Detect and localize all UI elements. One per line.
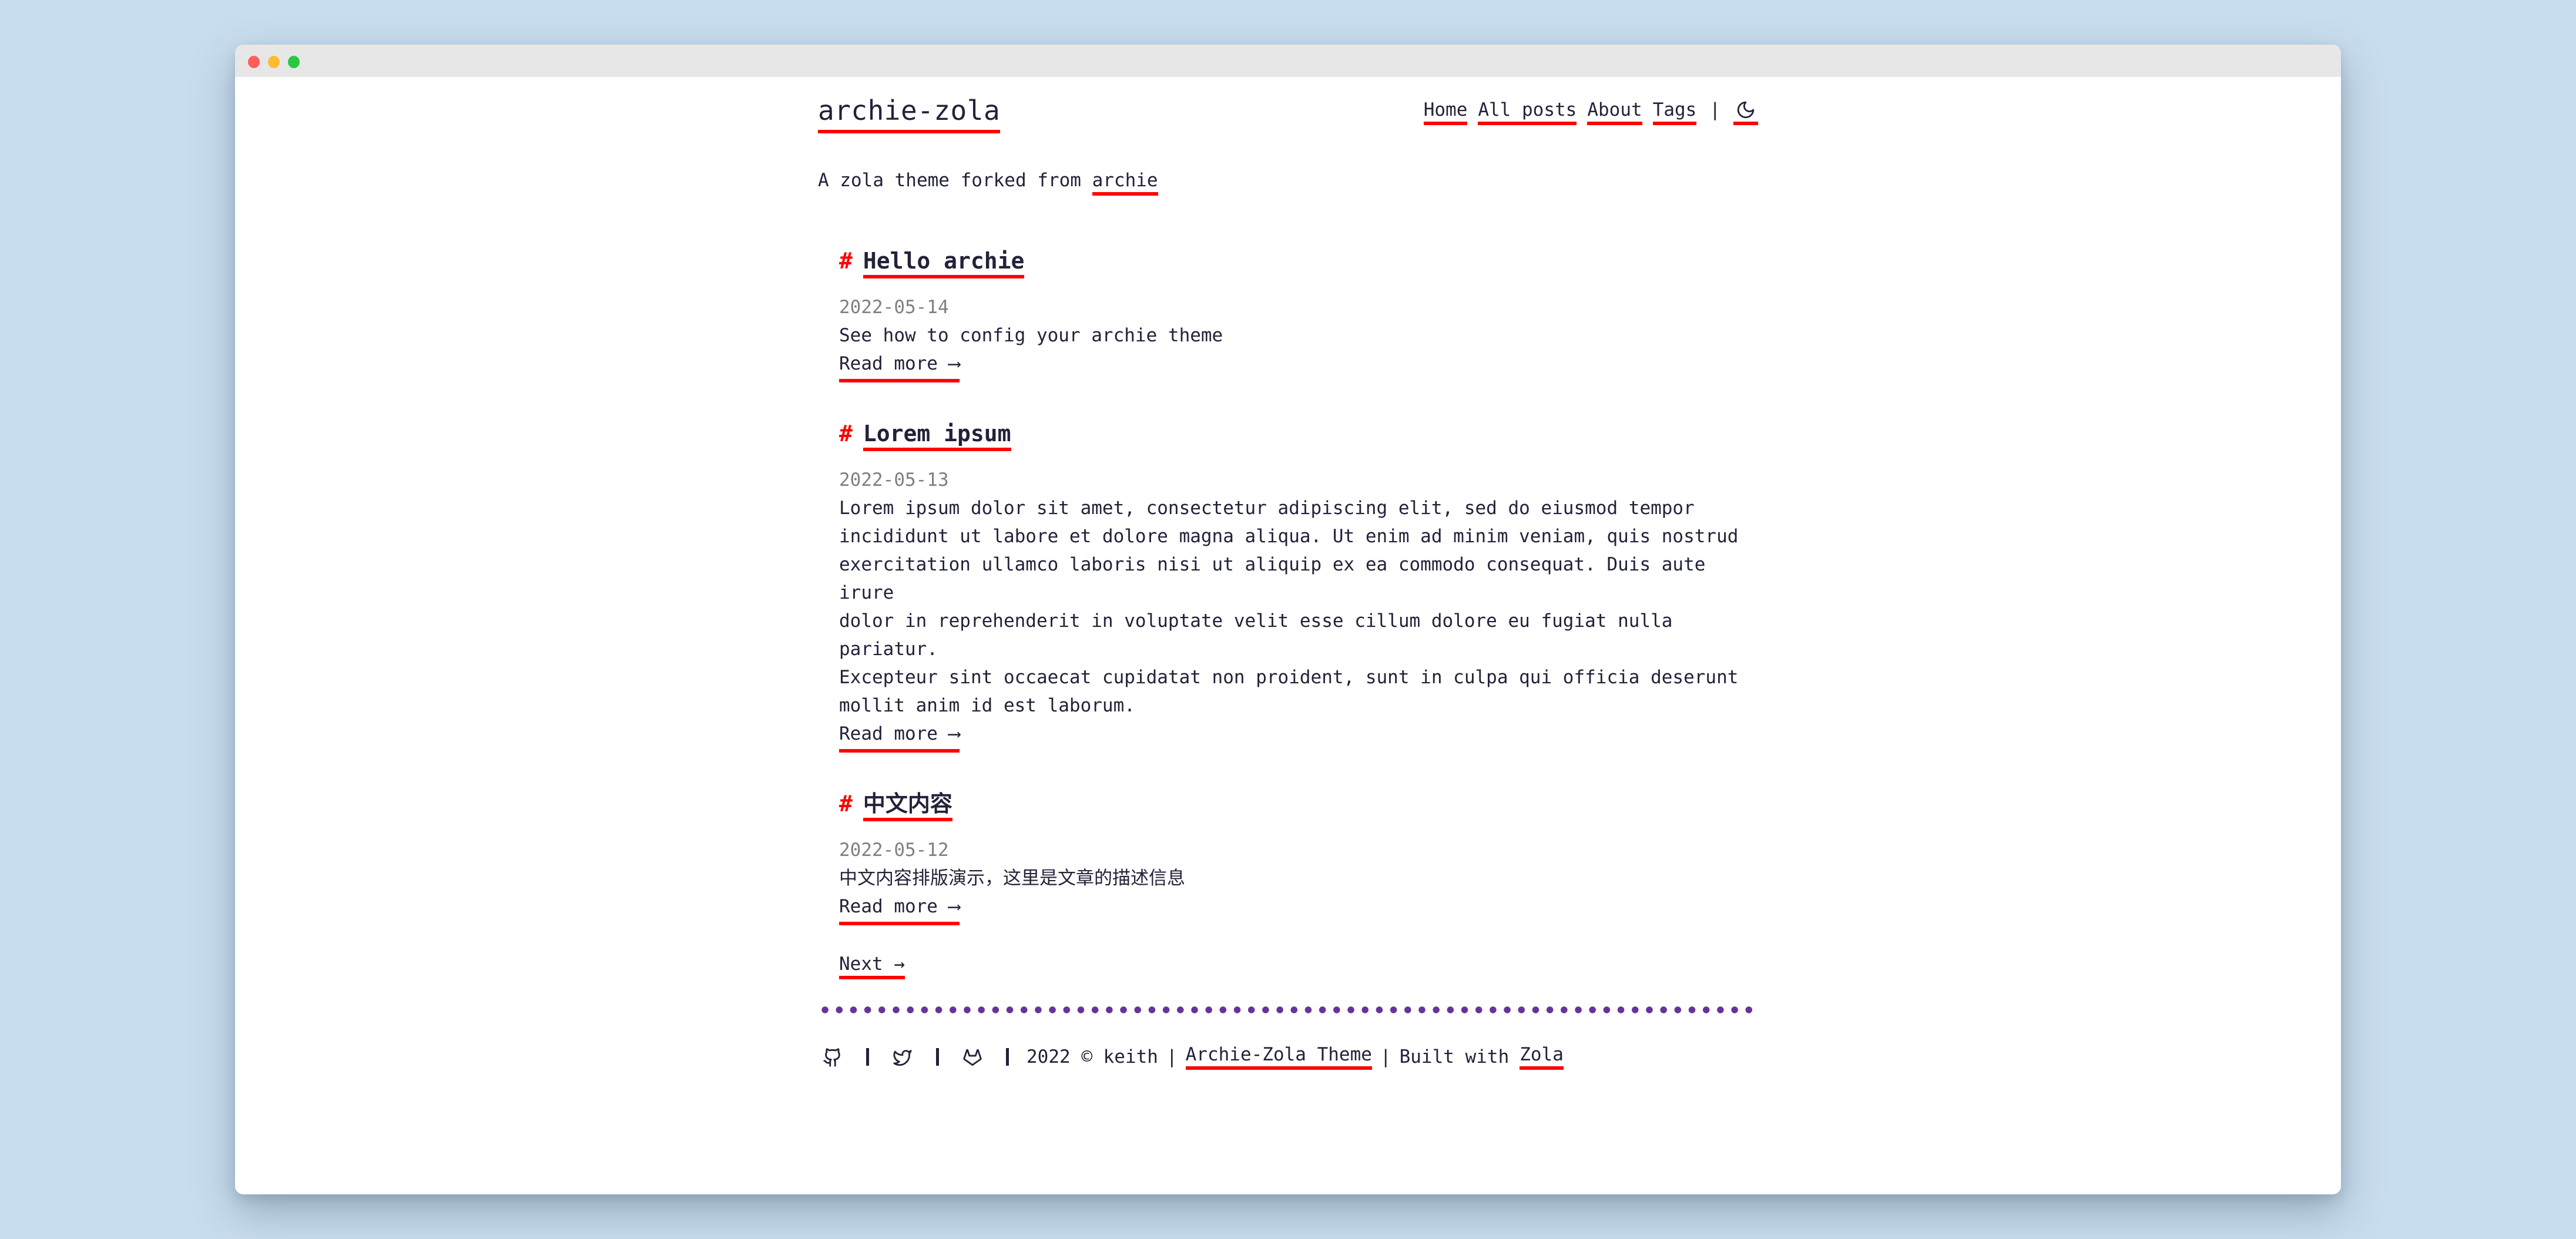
read-more-link[interactable]: Read more ⟶ bbox=[839, 350, 960, 382]
post-title-link[interactable]: 中文内容 bbox=[863, 791, 952, 821]
read-more-link[interactable]: Read more ⟶ bbox=[839, 892, 960, 925]
window-titlebar bbox=[235, 45, 2341, 77]
footer-separator: | bbox=[1166, 1046, 1178, 1067]
post-description: Lorem ipsum dolor sit amet, consectetur … bbox=[839, 498, 1739, 716]
github-link[interactable] bbox=[823, 1046, 843, 1068]
tagline-text: A zola theme forked from bbox=[818, 170, 1092, 191]
footer-icon-separator bbox=[936, 1048, 939, 1066]
post-title: # Hello archie bbox=[839, 246, 1758, 278]
nav-separator: | bbox=[1709, 99, 1720, 120]
post-item: # Hello archie 2022-05-14 See how to conf… bbox=[839, 246, 1758, 382]
twitter-icon bbox=[893, 1050, 912, 1066]
site-title: archie-zola bbox=[818, 95, 1001, 133]
twitter-link[interactable] bbox=[893, 1046, 913, 1068]
built-with-text: Built with bbox=[1399, 1046, 1510, 1067]
footer-separator: | bbox=[1380, 1046, 1391, 1067]
gitlab-icon bbox=[963, 1049, 982, 1066]
post-title-link[interactable]: Lorem ipsum bbox=[863, 421, 1011, 451]
post-date: 2022-05-13 bbox=[839, 469, 949, 491]
theme-link[interactable]: Archie-Zola Theme bbox=[1185, 1044, 1372, 1070]
nav-home[interactable]: Home bbox=[1423, 99, 1468, 125]
post-description: See how to config your archie theme bbox=[839, 325, 1223, 346]
post-title: # Lorem ipsum bbox=[839, 419, 1758, 451]
footer-icon-separator bbox=[866, 1048, 869, 1066]
browser-window: archie-zola Home All posts About Tags | … bbox=[235, 45, 2341, 1194]
post-item: # 中文内容 2022-05-12 中文内容排版演示，这里是文章的描述信息 Rea… bbox=[839, 789, 1758, 925]
gitlab-link[interactable] bbox=[962, 1046, 982, 1068]
nav-all-posts[interactable]: All posts bbox=[1478, 99, 1577, 125]
post-title-link[interactable]: Hello archie bbox=[863, 248, 1025, 278]
hash-marker: # bbox=[839, 248, 853, 274]
post-list: # Hello archie 2022-05-14 See how to conf… bbox=[839, 246, 1758, 979]
footer-divider bbox=[818, 1006, 1758, 1013]
archie-link[interactable]: archie bbox=[1092, 170, 1158, 196]
moon-icon bbox=[1737, 101, 1755, 119]
site-footer: 2022 © keith | Archie-Zola Theme | Built… bbox=[818, 1044, 1758, 1070]
post-date: 2022-05-12 bbox=[839, 840, 949, 861]
copyright: 2022 © keith bbox=[1027, 1046, 1158, 1067]
theme-toggle-button[interactable] bbox=[1733, 99, 1758, 125]
next-page-link[interactable]: Next → bbox=[839, 953, 905, 979]
nav-about[interactable]: About bbox=[1587, 99, 1642, 125]
hash-marker: # bbox=[839, 791, 853, 817]
main-nav: Home All posts About Tags | bbox=[1423, 99, 1758, 125]
read-more-link[interactable]: Read more ⟶ bbox=[839, 720, 960, 753]
post-item: # Lorem ipsum 2022-05-13 Lorem ipsum dolo… bbox=[839, 419, 1758, 753]
site-title-link[interactable]: archie-zola bbox=[818, 95, 1001, 133]
hash-marker: # bbox=[839, 421, 853, 446]
tagline: A zola theme forked from archie bbox=[818, 170, 1758, 246]
github-icon bbox=[823, 1048, 840, 1067]
pagination: Next → bbox=[839, 950, 1758, 979]
post-title: # 中文内容 bbox=[839, 789, 1758, 821]
site-header: archie-zola Home All posts About Tags | bbox=[818, 77, 1758, 153]
post-description: 中文内容排版演示，这里是文章的描述信息 bbox=[839, 868, 1185, 889]
zola-link[interactable]: Zola bbox=[1520, 1044, 1564, 1070]
page-content: archie-zola Home All posts About Tags | … bbox=[818, 77, 1758, 1070]
footer-icon-separator bbox=[1006, 1048, 1009, 1066]
post-date: 2022-05-14 bbox=[839, 297, 949, 318]
close-window-button[interactable] bbox=[248, 56, 260, 68]
minimize-window-button[interactable] bbox=[268, 56, 280, 68]
nav-tags[interactable]: Tags bbox=[1652, 99, 1697, 125]
maximize-window-button[interactable] bbox=[288, 56, 300, 68]
